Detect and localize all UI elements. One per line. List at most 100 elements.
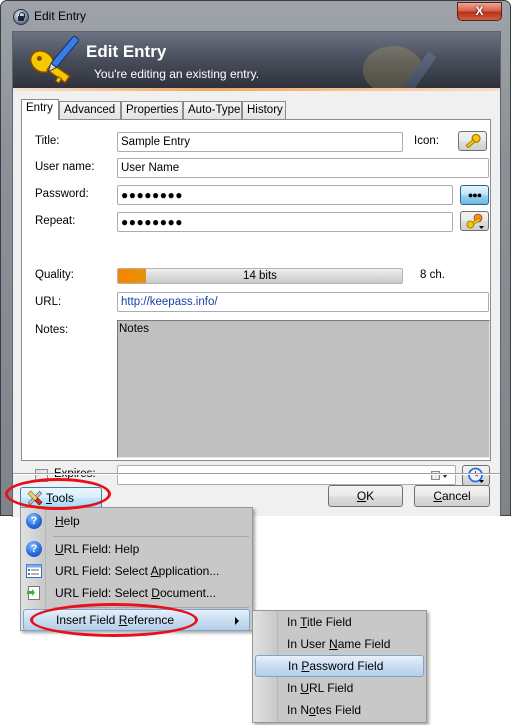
menu-text-post: assword Field	[309, 659, 384, 673]
quality-label: Quality:	[35, 269, 74, 281]
submenu-arrow-icon	[235, 617, 239, 625]
menu-text-post: ame Field	[337, 637, 391, 651]
username-input[interactable]: User Name	[117, 158, 489, 178]
menu-item-help[interactable]: ? Help	[23, 510, 250, 532]
char-count: 8 ch.	[420, 269, 445, 281]
menu-mnemonic: o	[309, 703, 316, 717]
title-label: Title:	[35, 135, 60, 147]
menu-text-post: elp	[63, 514, 80, 528]
password-input[interactable]: ●●●●●●●●	[117, 185, 453, 205]
tab-entry[interactable]: Entry	[21, 99, 59, 120]
clock-icon	[468, 467, 484, 483]
cancel-button[interactable]: Cancel	[414, 485, 490, 507]
help-icon: ?	[26, 513, 42, 529]
key-icon	[465, 133, 481, 149]
menu-text-post: RL Field: Help	[63, 542, 140, 556]
banner-title: Edit Entry	[86, 42, 167, 61]
menu-text-pre: Insert Field	[56, 613, 119, 627]
menu-text-post: ocument...	[159, 586, 216, 600]
tab-properties[interactable]: Properties	[121, 101, 183, 119]
tab-auto-type[interactable]: Auto-Type	[183, 101, 242, 119]
calendar-dropdown-icon[interactable]	[431, 470, 449, 481]
entry-tab-panel: Title: Sample Entry Icon: User name: Use…	[21, 119, 491, 486]
footer-separator	[13, 473, 500, 475]
menu-text-post: RL Field	[309, 681, 354, 695]
menu-item-insert-field-reference[interactable]: Insert Field Reference	[23, 609, 250, 631]
title-bar[interactable]: Edit Entry X	[1, 1, 510, 31]
tools-label: ools	[52, 491, 75, 505]
field-reference-submenu: In Title Field In User Name Field In Pas…	[252, 610, 427, 723]
tab-history[interactable]: History	[242, 101, 286, 119]
notes-label: Notes:	[35, 324, 69, 336]
tools-menu: ? Help ? URL Field: Help URL Field: Sele…	[20, 507, 253, 631]
title-input[interactable]: Sample Entry	[117, 132, 403, 152]
password-label: Password:	[35, 188, 89, 200]
menu-item-url-field-help[interactable]: ? URL Field: Help	[23, 538, 250, 560]
ok-label: K	[366, 489, 375, 503]
menu-item-select-document[interactable]: URL Field: Select Document...	[23, 582, 250, 604]
submenu-item-url-field[interactable]: In URL Field	[255, 677, 424, 699]
tab-advanced[interactable]: Advanced	[59, 101, 121, 119]
menu-text-post: itle Field	[307, 615, 352, 629]
document-icon	[27, 586, 40, 600]
menu-text-pre: URL Field: Select	[55, 564, 151, 578]
menu-text-post: pplication...	[158, 564, 220, 578]
menu-text-pre: In N	[287, 703, 310, 717]
help-icon: ?	[26, 541, 42, 557]
menu-separator	[53, 607, 249, 608]
menu-mnemonic: T	[300, 615, 308, 629]
dots-icon: ●●●	[467, 190, 482, 200]
keepass-lock-icon	[13, 9, 29, 25]
submenu-item-password-field[interactable]: In Password Field	[255, 655, 424, 677]
menu-mnemonic: A	[150, 564, 159, 578]
ok-mnemonic: O	[356, 489, 367, 503]
submenu-item-username-field[interactable]: In User Name Field	[255, 633, 424, 655]
menu-mnemonic: H	[55, 514, 64, 528]
ok-button[interactable]: OK	[328, 485, 403, 507]
key-gear-icon	[466, 213, 484, 229]
show-password-toggle[interactable]: ●●●	[460, 185, 489, 205]
icon-label: Icon:	[414, 135, 439, 147]
submenu-item-notes-field[interactable]: In Notes Field	[255, 699, 424, 721]
quality-text: 14 bits	[243, 270, 277, 282]
expires-checkbox[interactable]	[35, 469, 48, 482]
tools-button[interactable]: Tools	[20, 487, 102, 509]
menu-mnemonic: U	[300, 681, 310, 695]
url-label: URL:	[35, 296, 62, 308]
menu-separator	[53, 536, 249, 537]
cancel-label: ancel	[441, 489, 471, 503]
edit-key-icon	[29, 35, 79, 84]
menu-mnemonic: N	[329, 637, 338, 651]
menu-text-pre: In	[287, 681, 301, 695]
close-button[interactable]: X	[457, 2, 502, 21]
notes-textarea[interactable]: Notes	[117, 320, 490, 458]
menu-text-post: eference	[127, 613, 175, 627]
banner-subtitle: You're editing an existing entry.	[94, 67, 260, 81]
edit-entry-window: Edit Entry X Edit Entry You're editing a…	[0, 0, 511, 517]
menu-text-pre: In	[288, 659, 302, 673]
username-label: User name:	[35, 161, 95, 173]
banner: Edit Entry You're editing an existing en…	[13, 32, 500, 91]
menu-mnemonic: U	[55, 542, 64, 556]
key-watermark-icon	[363, 46, 437, 91]
menu-mnemonic: D	[151, 586, 160, 600]
submenu-item-title-field[interactable]: In Title Field	[255, 611, 424, 633]
icon-picker-button[interactable]	[458, 131, 487, 151]
window-title: Edit Entry	[34, 9, 87, 23]
cancel-mnemonic: C	[433, 489, 442, 503]
menu-text-pre: URL Field: Select	[55, 586, 152, 600]
menu-text-pre: In	[287, 615, 301, 629]
url-input[interactable]: http://keepass.info/	[117, 292, 489, 312]
password-generator-button[interactable]	[460, 211, 489, 231]
menu-text-post: tes Field	[315, 703, 362, 717]
menu-text-pre: In User	[287, 637, 330, 651]
tools-icon	[27, 490, 43, 506]
quality-bar: 14 bits	[117, 268, 403, 284]
application-list-icon	[26, 564, 42, 578]
expires-date-picker[interactable]	[117, 465, 456, 485]
repeat-password-input[interactable]: ●●●●●●●●	[117, 212, 453, 232]
repeat-label: Repeat:	[35, 215, 76, 227]
menu-item-select-application[interactable]: URL Field: Select Application...	[23, 560, 250, 582]
expiry-presets-button[interactable]	[462, 465, 490, 486]
dialog-client-area: Edit Entry You're editing an existing en…	[12, 31, 501, 517]
